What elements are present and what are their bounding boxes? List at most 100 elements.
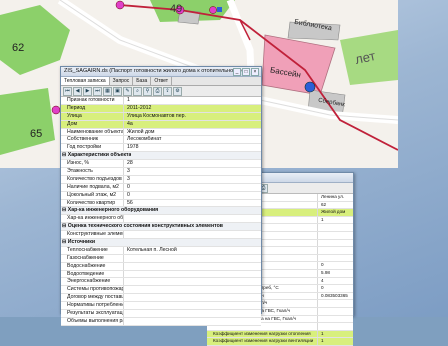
property-row[interactable]: Количество квартир 56	[61, 199, 261, 208]
property-value[interactable]	[124, 255, 261, 262]
property-row[interactable]: Газоснабжение	[61, 254, 261, 263]
property-row[interactable]: Теплоснабжение Котельная п. Лесной	[61, 246, 261, 255]
property-value[interactable]	[318, 247, 353, 254]
property-row[interactable]: Водоотведение	[61, 270, 261, 279]
property-value[interactable]	[124, 215, 261, 222]
property-value[interactable]: 1	[318, 338, 353, 345]
property-name: Коэффициент изменения нагрузки отопления	[207, 330, 318, 338]
property-row[interactable]: Дом 4а	[61, 120, 261, 129]
property-row[interactable]: Энергоснабжение	[61, 278, 261, 287]
property-value[interactable]: 62	[318, 202, 353, 209]
tab-teplovaya-zapiska[interactable]: Тепловая записка	[61, 77, 110, 85]
save-icon[interactable]: ▣	[113, 86, 122, 96]
first-record-icon[interactable]: ⏮	[63, 86, 72, 96]
property-value[interactable]: 56	[124, 200, 261, 207]
property-value[interactable]	[124, 318, 261, 325]
property-value[interactable]: Жилой дом	[124, 129, 261, 136]
property-row[interactable]: Собственник Лесокомбинат	[61, 136, 261, 145]
edit-icon[interactable]: ✎	[123, 86, 132, 96]
property-row[interactable]: Хар-ка инженерного оборудования	[61, 215, 261, 224]
property-value[interactable]	[124, 286, 261, 293]
minimize-button[interactable]: _	[233, 68, 241, 76]
property-value[interactable]: Лесокомбинат	[124, 136, 261, 143]
property-value[interactable]	[318, 316, 353, 323]
property-value[interactable]	[124, 294, 261, 301]
property-row[interactable]: Коэффициент изменения нагрузки отопления…	[207, 330, 353, 339]
property-value[interactable]: 4а	[124, 121, 261, 128]
property-group-row[interactable]: ⊟ Оценка технического состояния конструк…	[61, 223, 261, 232]
property-value[interactable]: 1	[318, 217, 353, 224]
building-passport-window[interactable]: ZIS_SAGAIRN.ds (Паспорт готовности жилог…	[60, 66, 262, 326]
property-value[interactable]: 0	[318, 285, 353, 292]
property-value[interactable]: 1	[318, 331, 353, 338]
property-value[interactable]: 1	[124, 97, 261, 104]
property-value[interactable]: 28	[124, 160, 261, 167]
maximize-button[interactable]: □	[242, 68, 250, 76]
property-value[interactable]: 3	[124, 168, 261, 175]
settings-icon[interactable]: ⚙	[173, 86, 182, 96]
property-value[interactable]	[318, 323, 353, 330]
property-value[interactable]: Котельная п. Лесной	[124, 247, 261, 254]
property-value[interactable]: 2011-2012	[124, 105, 261, 112]
next-record-icon[interactable]: ▶	[83, 86, 92, 96]
property-value[interactable]: Жилой дом	[318, 209, 353, 216]
filter-icon[interactable]: ⚲	[143, 86, 152, 96]
property-row[interactable]: Коэффициент изменения нагрузки вентиляци…	[207, 338, 353, 346]
property-value[interactable]: 0	[124, 192, 261, 199]
property-value[interactable]	[124, 263, 261, 270]
property-value[interactable]	[318, 300, 353, 307]
export-icon[interactable]: ⇪	[163, 86, 172, 96]
property-value[interactable]: 3	[124, 176, 261, 183]
property-value[interactable]: Ленина ул.	[318, 194, 353, 201]
property-value[interactable]: 1978	[124, 144, 261, 151]
property-value[interactable]	[318, 308, 353, 315]
property-row[interactable]: Договор между поставщиком тепл...	[61, 294, 261, 303]
property-row[interactable]: Объемы выполнения работ по подг...	[61, 317, 261, 326]
property-value[interactable]: 0	[318, 262, 353, 269]
window-titlebar[interactable]: ZIS_SAGAIRN.ds (Паспорт готовности жилог…	[61, 67, 261, 77]
property-group-row[interactable]: ⊟ Источники	[61, 239, 261, 247]
property-value[interactable]	[124, 278, 261, 285]
property-row[interactable]: Период 2011-2012	[61, 104, 261, 113]
property-row[interactable]: Системы противопожарной автома...	[61, 286, 261, 295]
property-row[interactable]: Этажность 3	[61, 168, 261, 176]
property-row[interactable]: Износ, % 28	[61, 160, 261, 169]
property-row[interactable]: Нормативы потребления коммуна...	[61, 302, 261, 311]
property-row[interactable]: Наличие подвала, м2 0	[61, 183, 261, 192]
property-value[interactable]	[124, 231, 261, 238]
property-value[interactable]	[318, 240, 353, 247]
print-icon[interactable]: ⎙	[153, 86, 162, 96]
property-value[interactable]	[124, 271, 261, 278]
property-value[interactable]	[318, 224, 353, 231]
property-value[interactable]: 4	[318, 278, 353, 285]
property-row[interactable]: Улица Улица Космонавтов пер.	[61, 112, 261, 121]
property-value[interactable]	[318, 255, 353, 262]
property-value[interactable]	[124, 302, 261, 309]
tab-zapros[interactable]: Запрос	[110, 77, 134, 85]
property-group-row[interactable]: ⊟ Хар-ка инженерного оборудования	[61, 207, 261, 216]
tab-otvet[interactable]: Ответ	[151, 77, 173, 85]
property-row[interactable]: Водоснабжение	[61, 262, 261, 271]
close-button[interactable]: ×	[251, 68, 259, 76]
grid-icon[interactable]: ▦	[103, 86, 112, 96]
property-row[interactable]: Количество подъездов 3	[61, 175, 261, 184]
search-icon[interactable]: ⌕	[133, 86, 142, 96]
property-name: Количество подъездов	[61, 175, 124, 183]
property-row[interactable]: Признак готовности 1	[61, 97, 261, 105]
property-value[interactable]: Улица Космонавтов пер.	[124, 113, 261, 120]
property-value[interactable]: 0	[124, 184, 261, 191]
property-row[interactable]: Цокольный этаж, м2 0	[61, 191, 261, 200]
property-value[interactable]	[124, 310, 261, 317]
prev-record-icon[interactable]: ◀	[73, 86, 82, 96]
properties-grid[interactable]: Признак готовности 1 Период 2011-2012 Улица У…	[61, 97, 261, 326]
property-value[interactable]: 5.98	[318, 270, 353, 277]
last-record-icon[interactable]: ⏭	[93, 86, 102, 96]
property-row[interactable]: Год постройки 1978	[61, 144, 261, 153]
house-number-label: 49	[170, 3, 182, 15]
property-value[interactable]	[318, 232, 353, 239]
tab-baza[interactable]: База	[133, 77, 152, 85]
property-group-row[interactable]: ⊟ Характеристики объекта	[61, 152, 261, 161]
property-row[interactable]: Конструктивные элементы	[61, 231, 261, 240]
property-value[interactable]: 0.083503365	[318, 293, 353, 300]
property-row[interactable]: Наименование объекта Жилой дом	[61, 128, 261, 137]
